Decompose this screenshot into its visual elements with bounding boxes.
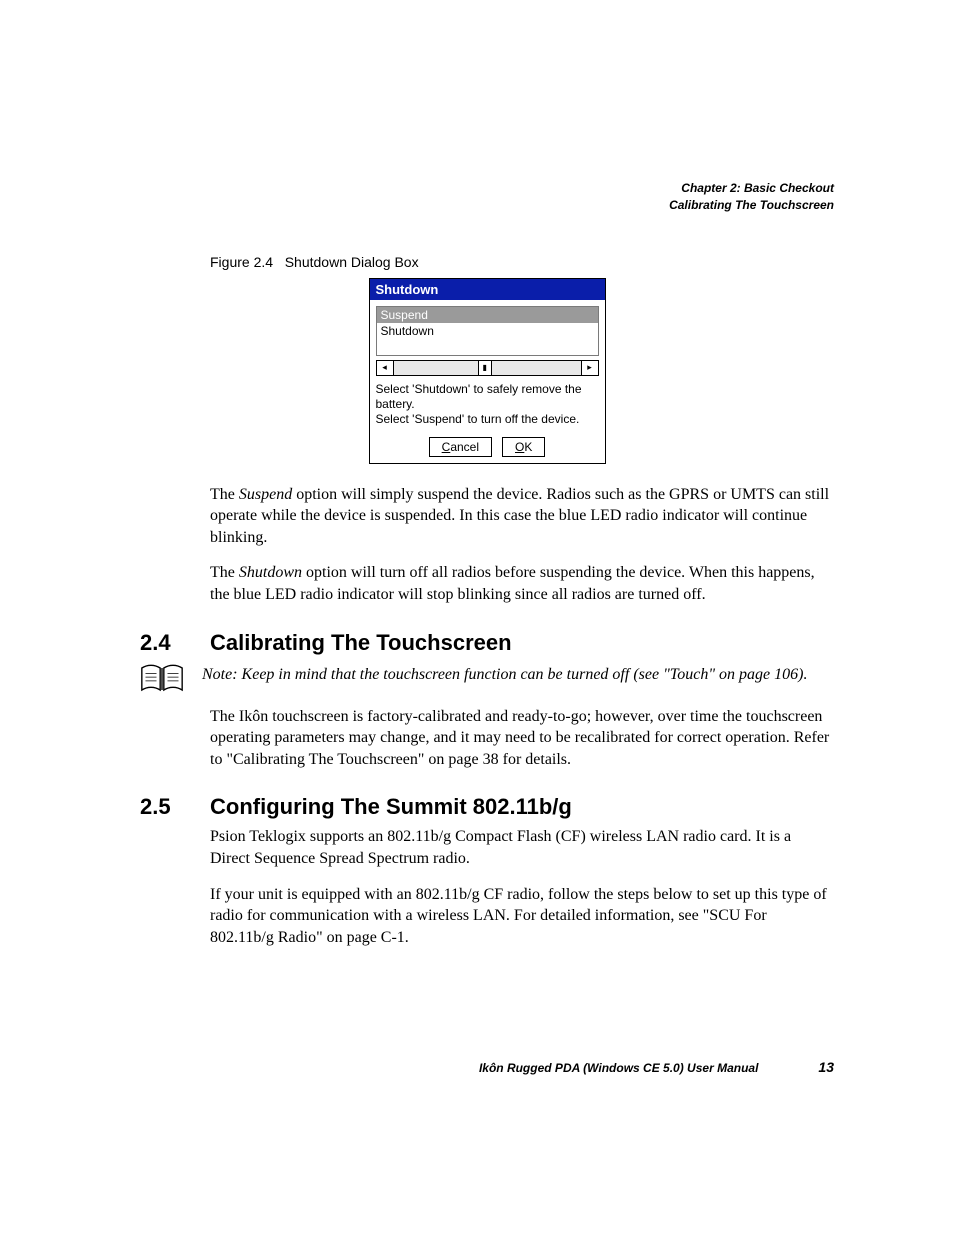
figure-caption: Figure 2.4 Shutdown Dialog Box [210, 254, 834, 270]
scroll-thumb[interactable]: ▮ [478, 361, 492, 375]
note-block: Note: Keep in mind that the touchscreen … [140, 662, 834, 696]
header-chapter: Chapter 2: Basic Checkout [140, 180, 834, 197]
ok-button[interactable]: OK [502, 437, 545, 457]
list-item-blank [377, 339, 598, 355]
help-line-1: Select 'Shutdown' to safely remove the b… [376, 382, 599, 412]
scroll-right-button[interactable]: ▸ [581, 361, 598, 375]
section-title: Configuring The Summit 802.11b/g [210, 794, 572, 820]
dialog-help-text: Select 'Shutdown' to safely remove the b… [376, 382, 599, 427]
book-icon [140, 662, 184, 696]
cancel-button[interactable]: Cancel [429, 437, 492, 457]
section-title: Calibrating The Touchscreen [210, 630, 512, 656]
page-header: Chapter 2: Basic Checkout Calibrating Th… [140, 180, 834, 214]
page-number: 13 [818, 1059, 834, 1075]
horizontal-scrollbar[interactable]: ◂ ▮ ▸ [376, 360, 599, 376]
footer-title: Ikôn Rugged PDA (Windows CE 5.0) User Ma… [479, 1061, 758, 1075]
figure-label: Figure 2.4 [210, 254, 273, 270]
page-footer: Ikôn Rugged PDA (Windows CE 5.0) User Ma… [140, 1059, 834, 1075]
section-heading-2-4: 2.4 Calibrating The Touchscreen [140, 630, 834, 656]
paragraph-summit-1: Psion Teklogix supports an 802.11b/g Com… [210, 826, 834, 869]
list-item-shutdown[interactable]: Shutdown [377, 323, 598, 339]
paragraph-suspend: The Suspend option will simply suspend t… [210, 484, 834, 549]
paragraph-shutdown: The Shutdown option will turn off all ra… [210, 562, 834, 605]
dialog-title: Shutdown [370, 279, 605, 300]
header-section: Calibrating The Touchscreen [140, 197, 834, 214]
note-text: Note: Keep in mind that the touchscreen … [202, 664, 807, 686]
shutdown-dialog: Shutdown Suspend Shutdown ◂ ▮ ▸ Select '… [369, 278, 606, 464]
paragraph-calibrate: The Ikôn touchscreen is factory-calibrat… [210, 706, 834, 771]
figure-title: Shutdown Dialog Box [285, 254, 419, 270]
list-item-suspend[interactable]: Suspend [377, 307, 598, 323]
option-listbox[interactable]: Suspend Shutdown [376, 306, 599, 356]
paragraph-summit-2: If your unit is equipped with an 802.11b… [210, 884, 834, 949]
scroll-left-button[interactable]: ◂ [377, 361, 394, 375]
section-number: 2.5 [140, 794, 178, 820]
section-number: 2.4 [140, 630, 178, 656]
section-heading-2-5: 2.5 Configuring The Summit 802.11b/g [140, 794, 834, 820]
help-line-2: Select 'Suspend' to turn off the device. [376, 412, 599, 427]
scroll-track[interactable]: ▮ [394, 361, 581, 375]
